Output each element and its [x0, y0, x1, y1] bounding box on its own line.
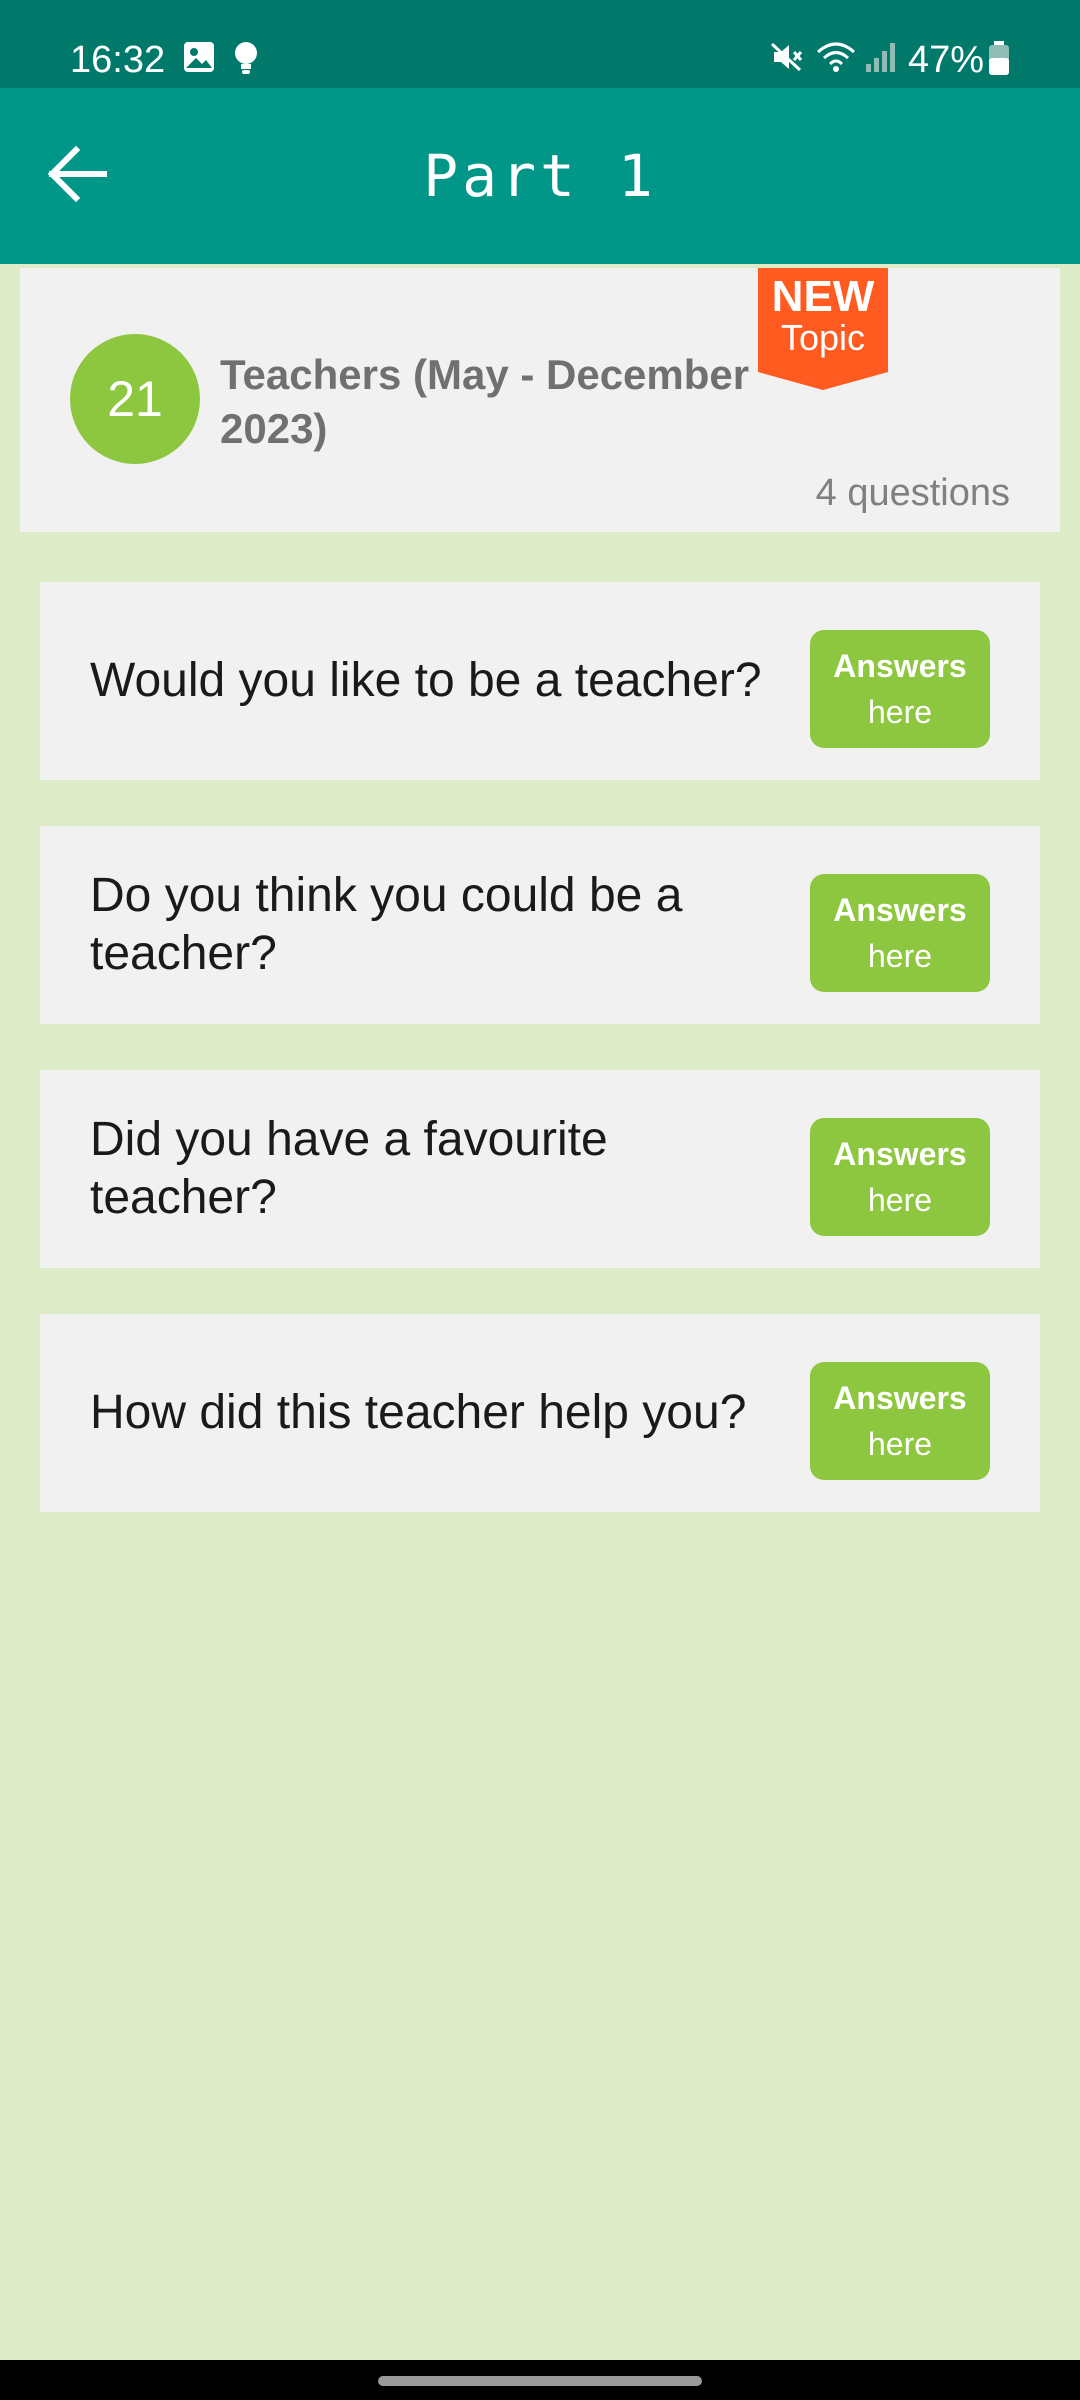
question-card[interactable]: Would you like to be a teacher? Answers … [40, 582, 1040, 780]
new-topic-ribbon: NEW Topic [758, 268, 888, 390]
question-card[interactable]: How did this teacher help you? Answers h… [40, 1314, 1040, 1512]
status-time: 16:32 [70, 39, 166, 81]
home-indicator[interactable] [378, 2376, 702, 2386]
question-count: 4 questions [815, 472, 1010, 514]
bulb-icon [232, 40, 260, 81]
status-bar: 16:32 47% [0, 0, 1080, 88]
answers-button[interactable]: Answers here [810, 874, 990, 992]
answers-button-sublabel: here [867, 1182, 933, 1218]
mute-icon [770, 40, 804, 79]
answers-button-sublabel: here [867, 694, 933, 730]
battery-percentage: 47% [908, 39, 985, 81]
question-text: Did you have a favourite teacher? [90, 1113, 608, 1224]
wifi-icon [816, 40, 856, 79]
gallery-icon [182, 40, 216, 79]
answers-button-label: Answers [833, 892, 967, 928]
app-bar: Part 1 [0, 88, 1080, 264]
answers-button-label: Answers [833, 648, 967, 684]
answers-button[interactable]: Answers here [810, 1118, 990, 1236]
ribbon-new-label: NEW [771, 272, 875, 321]
question-card[interactable]: Did you have a favourite teacher? Answer… [40, 1070, 1040, 1268]
ribbon-topic-label: Topic [780, 317, 866, 358]
page-title: Part 1 [423, 142, 657, 210]
answers-button-sublabel: here [867, 938, 933, 974]
navigation-bar [0, 2360, 1080, 2400]
answers-button-label: Answers [833, 1136, 967, 1172]
topic-header-card: 21 Teachers (May - December 2023) 4 ques… [20, 268, 1060, 532]
topic-title: Teachers (May - December 2023) [220, 351, 750, 452]
question-card[interactable]: Do you think you could be a teacher? Ans… [40, 826, 1040, 1024]
question-text: Do you think you could be a teacher? [90, 869, 683, 980]
question-text: Would you like to be a teacher? [90, 654, 762, 707]
back-button[interactable] [30, 128, 126, 224]
battery-icon [988, 40, 1010, 81]
answers-button-label: Answers [833, 1380, 967, 1416]
answers-button[interactable]: Answers here [810, 630, 990, 748]
answers-button-sublabel: here [867, 1426, 933, 1462]
topic-number-badge: 21 [70, 334, 200, 464]
arrow-left-icon [46, 142, 110, 211]
question-text: How did this teacher help you? [90, 1386, 747, 1439]
signal-icon [864, 40, 898, 79]
answers-button[interactable]: Answers here [810, 1362, 990, 1480]
